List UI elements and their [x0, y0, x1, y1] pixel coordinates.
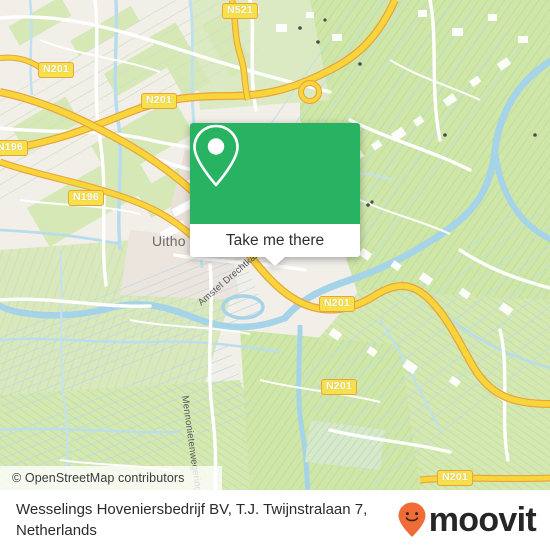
road-shield-n201-nw: N201	[38, 62, 74, 78]
footer-bar: Wesselings Hoveniersbedrijf BV, T.J. Twi…	[0, 490, 550, 550]
road-shield-n196: N196	[68, 190, 104, 206]
popup-pointer-tail	[264, 256, 286, 266]
map-pin-icon	[193, 124, 239, 187]
road-shield-n196-edge: N196	[0, 140, 28, 156]
moovit-pin-icon	[398, 502, 426, 537]
road-shield-n521: N521	[222, 3, 258, 19]
location-address: Wesselings Hoveniersbedrijf BV, T.J. Twi…	[16, 501, 368, 539]
take-me-there-label: Take me there	[225, 231, 325, 249]
place-label-uithoorn: Uitho	[152, 233, 186, 249]
moovit-wordmark: moovit	[428, 501, 537, 539]
popup-footer[interactable]: Take me there	[190, 224, 360, 266]
road-shield-n201-e: N201	[319, 296, 355, 312]
map-screen: N521 N201 N201 N196 N196 N201 N201 N201 …	[0, 0, 550, 550]
popup-header	[190, 123, 360, 224]
road-shield-n201-n: N201	[141, 93, 177, 109]
road-shield-n201-s: N201	[437, 470, 473, 486]
road-shield-n201-se: N201	[321, 379, 357, 395]
location-popup-card[interactable]: Take me there	[190, 123, 360, 266]
osm-attribution[interactable]: © OpenStreetMap contributors	[0, 466, 222, 490]
moovit-logo[interactable]: moovit	[397, 501, 537, 539]
osm-attribution-text: © OpenStreetMap contributors	[12, 471, 185, 485]
map-canvas[interactable]: N521 N201 N201 N196 N196 N201 N201 N201 …	[0, 0, 550, 490]
